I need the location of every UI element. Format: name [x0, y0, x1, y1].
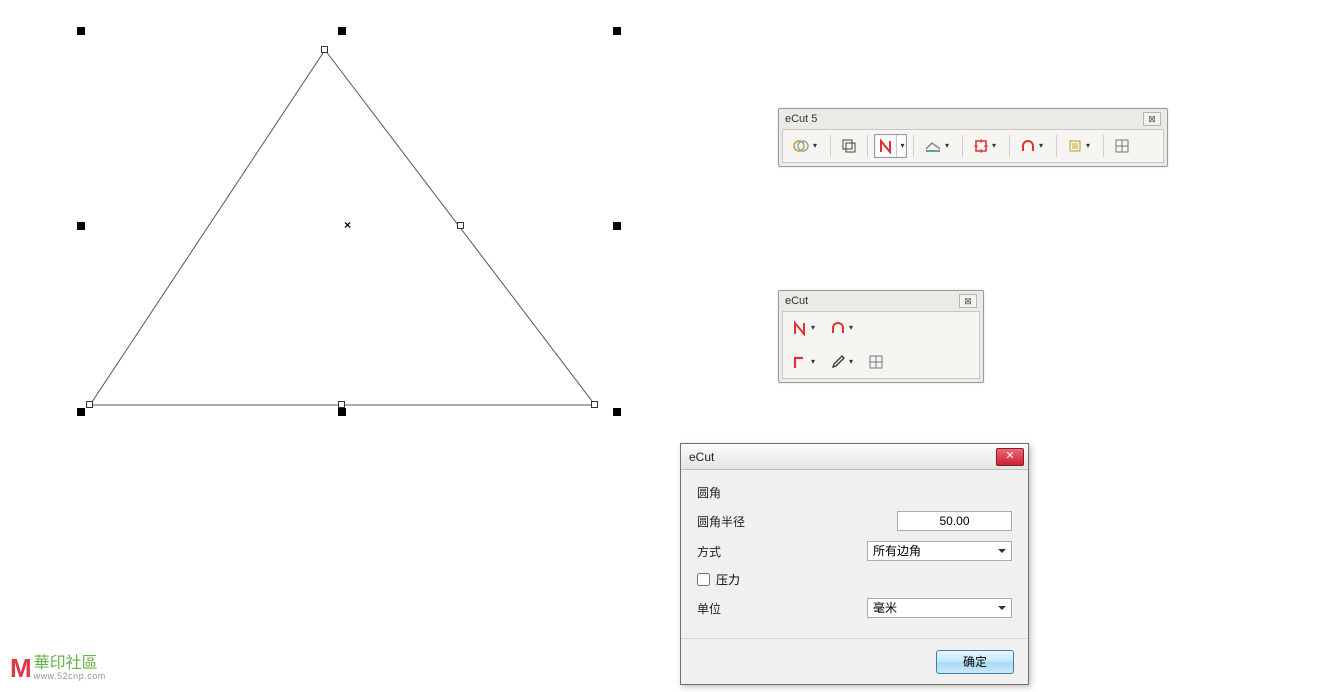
row-radius: 圆角半径: [697, 511, 1012, 531]
selection-handle-mr[interactable]: [613, 222, 621, 230]
selection-handle-ml[interactable]: [77, 222, 85, 230]
panel-ecut-title: eCut: [785, 291, 808, 311]
grid-tool[interactable]: [1110, 134, 1134, 158]
center-marker-icon: ×: [344, 218, 351, 232]
selection-handle-tl[interactable]: [77, 27, 85, 35]
toolbar-separator: [830, 135, 831, 157]
center-tool[interactable]: ▾: [969, 134, 1003, 158]
panel-ecut-titlebar[interactable]: eCut ⊠: [779, 291, 983, 311]
watermark-url: www.52cnp.com: [34, 672, 106, 681]
arch-tool-2[interactable]: ▾: [826, 316, 860, 340]
grid-icon: [1114, 138, 1130, 154]
corner-tool[interactable]: ▾: [788, 350, 822, 374]
panel-ecut5-toolbar: ▾ ▾ ▾ ▾ ▾ ▾: [782, 129, 1164, 163]
arch-icon: [830, 320, 846, 336]
venn-tool[interactable]: ▾: [788, 134, 824, 158]
selection-handle-tr[interactable]: [613, 27, 621, 35]
panel-ecut5-title: eCut 5: [785, 109, 817, 129]
panel-ecut5-titlebar[interactable]: eCut 5 ⊠: [779, 109, 1167, 129]
chevron-down-icon: ▾: [989, 135, 999, 157]
reg-icon: [1067, 138, 1083, 154]
corner-icon: [792, 354, 808, 370]
toolbar-separator: [867, 135, 868, 157]
panel-ecut-close[interactable]: ⊠: [959, 294, 977, 308]
watermark: M 華印社區 www.52cnp.com: [10, 653, 106, 684]
eyedropper-tool[interactable]: ▾: [826, 350, 860, 374]
radius-label: 圆角半径: [697, 513, 745, 530]
row-pressure: 压力: [697, 571, 1012, 588]
watermark-logo-icon: M: [10, 653, 28, 684]
panel-ecut-toolbar: ▾ ▾ ▾ ▾: [782, 311, 980, 379]
arch-icon: [1020, 138, 1036, 154]
dialog-ecut[interactable]: eCut ✕ 圆角 圆角半径 方式 所有边角 压力 单位 毫米 确定: [680, 443, 1029, 685]
venn-icon: [792, 138, 810, 154]
eyedropper-icon: [830, 354, 846, 370]
nest-n-icon: [878, 138, 894, 154]
chevron-down-icon: ▾: [810, 135, 820, 157]
node-handle-bl[interactable]: [86, 401, 93, 408]
panel-ecut5-close[interactable]: ⊠: [1143, 112, 1161, 126]
row-unit: 单位 毫米: [697, 598, 1012, 618]
unit-value: 毫米: [873, 601, 897, 615]
measure-tool[interactable]: ▾: [920, 134, 956, 158]
dialog-close-button[interactable]: ✕: [996, 448, 1024, 466]
chevron-down-icon: ▾: [1083, 135, 1093, 157]
triangle-shape[interactable]: [90, 50, 595, 405]
unit-label: 单位: [697, 600, 721, 617]
pressure-label: 压力: [716, 571, 740, 588]
watermark-text: 華印社區: [34, 656, 106, 672]
selection-handle-bl[interactable]: [77, 408, 85, 416]
grid-tool-2[interactable]: [864, 350, 888, 374]
toolbar-separator: [1056, 135, 1057, 157]
canvas-area[interactable]: ×: [0, 0, 700, 500]
dialog-body: 圆角 圆角半径 方式 所有边角 压力 单位 毫米: [681, 470, 1028, 638]
dialog-footer: 确定: [681, 638, 1028, 684]
selection-handle-tc[interactable]: [338, 27, 346, 35]
unit-select[interactable]: 毫米: [867, 598, 1012, 618]
panel-ecut5[interactable]: eCut 5 ⊠ ▾ ▾ ▾ ▾ ▾: [778, 108, 1168, 167]
group-label: 圆角: [697, 484, 1012, 501]
method-value: 所有边角: [873, 544, 921, 558]
chevron-down-icon: ▾: [846, 351, 856, 373]
selection-handle-bc[interactable]: [338, 408, 346, 416]
selection-handle-br[interactable]: [613, 408, 621, 416]
row-method: 方式 所有边角: [697, 541, 1012, 561]
chevron-down-icon[interactable]: ▾: [896, 135, 906, 157]
toolbar-separator: [1103, 135, 1104, 157]
dialog-title: eCut: [689, 450, 714, 464]
chevron-down-icon: ▾: [808, 351, 818, 373]
ok-button[interactable]: 确定: [936, 650, 1014, 674]
radius-input[interactable]: [897, 511, 1012, 531]
chevron-down-icon: ▾: [846, 317, 856, 339]
chevron-down-icon: ▾: [942, 135, 952, 157]
pressure-checkbox[interactable]: [697, 573, 710, 586]
chevron-down-icon: ▾: [1036, 135, 1046, 157]
nest-tool[interactable]: ▾: [874, 134, 907, 158]
dialog-titlebar[interactable]: eCut ✕: [681, 444, 1028, 470]
grid-icon: [868, 354, 884, 370]
node-handle-apex[interactable]: [321, 46, 328, 53]
toolbar-separator: [962, 135, 963, 157]
panel-ecut[interactable]: eCut ⊠ ▾ ▾ ▾ ▾: [778, 290, 984, 383]
node-handle-right-mid[interactable]: [457, 222, 464, 229]
method-label: 方式: [697, 543, 721, 560]
toolbar-separator: [913, 135, 914, 157]
method-select[interactable]: 所有边角: [867, 541, 1012, 561]
copy-icon: [841, 138, 857, 154]
nest-n-icon: [792, 320, 808, 336]
arch-tool[interactable]: ▾: [1016, 134, 1050, 158]
center-square-icon: [973, 138, 989, 154]
nest-tool-2[interactable]: ▾: [788, 316, 822, 340]
copy-tool[interactable]: [837, 134, 861, 158]
reg-tool[interactable]: ▾: [1063, 134, 1097, 158]
node-handle-br[interactable]: [591, 401, 598, 408]
toolbar-separator: [1009, 135, 1010, 157]
node-handle-bottom-mid[interactable]: [338, 401, 345, 408]
measure-icon: [924, 138, 942, 154]
chevron-down-icon: ▾: [808, 317, 818, 339]
